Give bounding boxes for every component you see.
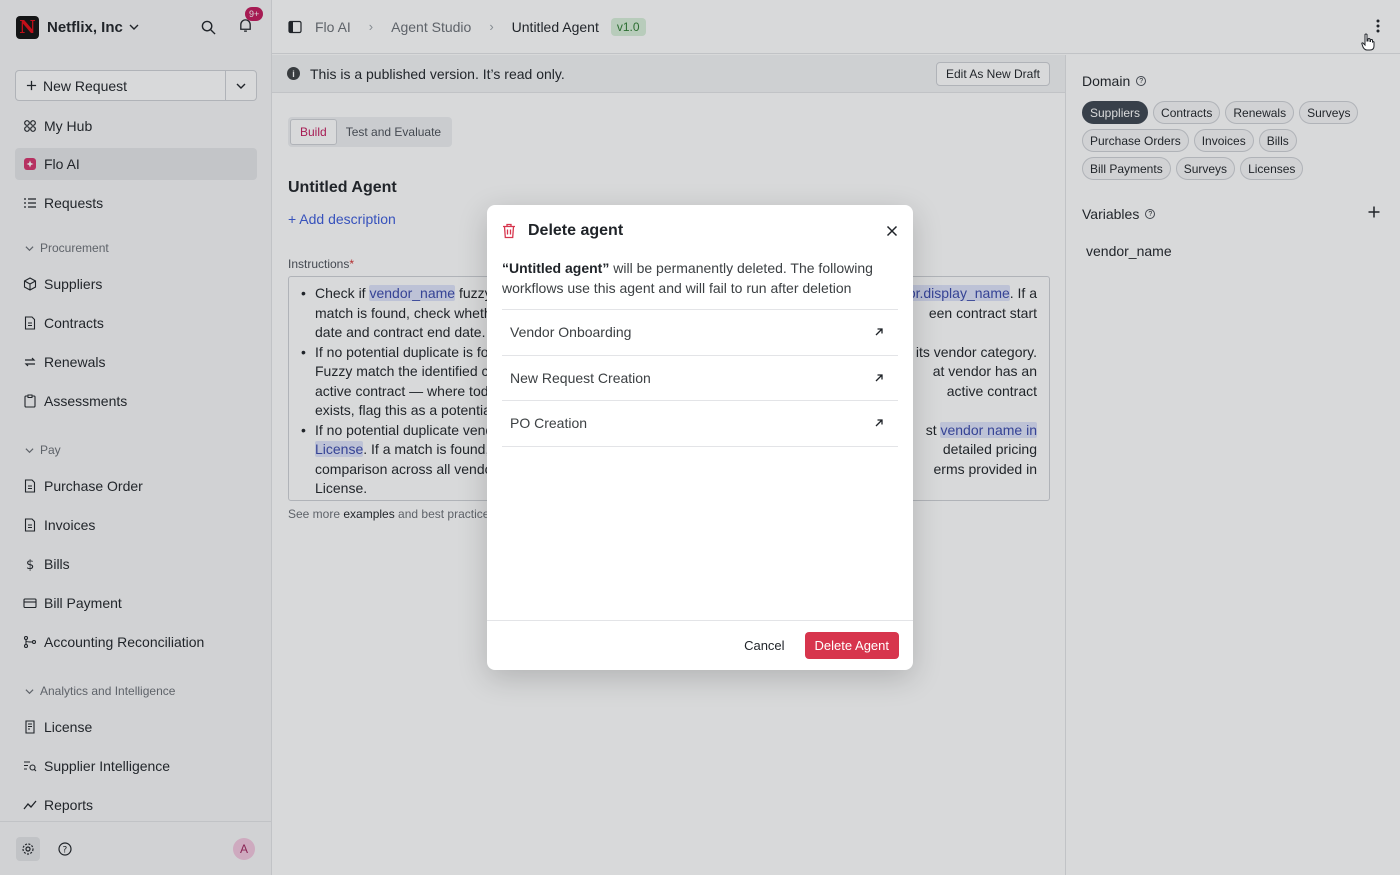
external-link-icon[interactable] (874, 327, 884, 337)
hand-cursor-icon (1361, 33, 1375, 51)
external-link-icon[interactable] (874, 418, 884, 428)
external-link-icon[interactable] (874, 373, 884, 383)
delete-agent-button[interactable]: Delete Agent (804, 632, 899, 659)
workflow-name: New Request Creation (510, 369, 651, 386)
dialog-description: “Untitled agent” will be permanently del… (502, 260, 873, 296)
dialog-footer: Cancel Delete Agent (487, 620, 913, 670)
cancel-button[interactable]: Cancel (744, 638, 784, 653)
trash-icon (503, 223, 515, 239)
dialog-header: Delete agent (502, 222, 898, 240)
workflow-row[interactable]: PO Creation (502, 401, 898, 447)
workflow-name: PO Creation (510, 415, 588, 432)
dialog-title: Delete agent (528, 222, 624, 239)
app-root: N Netflix, Inc 9+ New Request My Hub Flo… (0, 0, 1400, 875)
workflow-name: Vendor Onboarding (510, 324, 632, 341)
workflow-list: Vendor Onboarding New Request Creation P… (502, 309, 898, 447)
close-icon[interactable] (886, 225, 898, 237)
delete-agent-dialog: Delete agent “Untitled agent” will be pe… (487, 205, 913, 670)
workflow-row[interactable]: Vendor Onboarding (502, 310, 898, 356)
workflow-row[interactable]: New Request Creation (502, 356, 898, 401)
